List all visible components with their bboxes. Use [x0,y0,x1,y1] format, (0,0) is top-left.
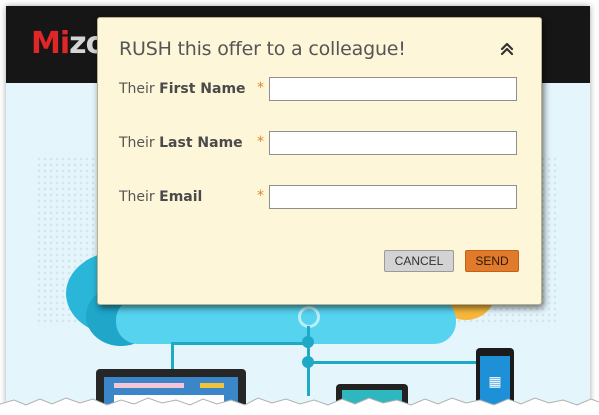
label-text: Email [159,189,203,205]
connector-node [302,336,314,348]
email-label: Their Email [119,189,202,205]
cloud-node [298,306,320,328]
connector-line [171,342,174,372]
dialog-title: RUSH this offer to a colleague! [119,38,406,60]
cancel-button[interactable]: CANCEL [384,250,454,272]
connector-line [307,361,487,364]
send-button[interactable]: SEND [465,250,519,272]
required-indicator: * [257,188,264,204]
label-prefix: Their [119,81,155,97]
screen-bar [114,383,184,388]
label-text: First Name [159,81,246,97]
last-name-input[interactable] [269,131,517,155]
email-input[interactable] [269,185,517,209]
torn-edge [0,397,599,415]
label-text: Last Name [159,135,243,151]
last-name-label: Their Last Name [119,135,243,151]
first-name-input[interactable] [269,77,517,101]
required-indicator: * [257,134,264,150]
label-prefix: Their [119,135,155,151]
site-logo[interactable]: Mizo [31,26,106,61]
required-indicator: * [257,80,264,96]
first-name-label: Their First Name [119,81,246,97]
share-offer-dialog: RUSH this offer to a colleague! Their Fi… [97,17,542,305]
collapse-button[interactable] [496,38,518,60]
label-prefix: Their [119,189,155,205]
connector-line [171,342,311,345]
screen-bar [200,383,224,388]
connector-node [302,356,314,368]
double-chevron-up-icon [500,42,514,56]
logo-accent-text: Mi [31,26,70,61]
app-icon: ▦ [488,373,502,389]
